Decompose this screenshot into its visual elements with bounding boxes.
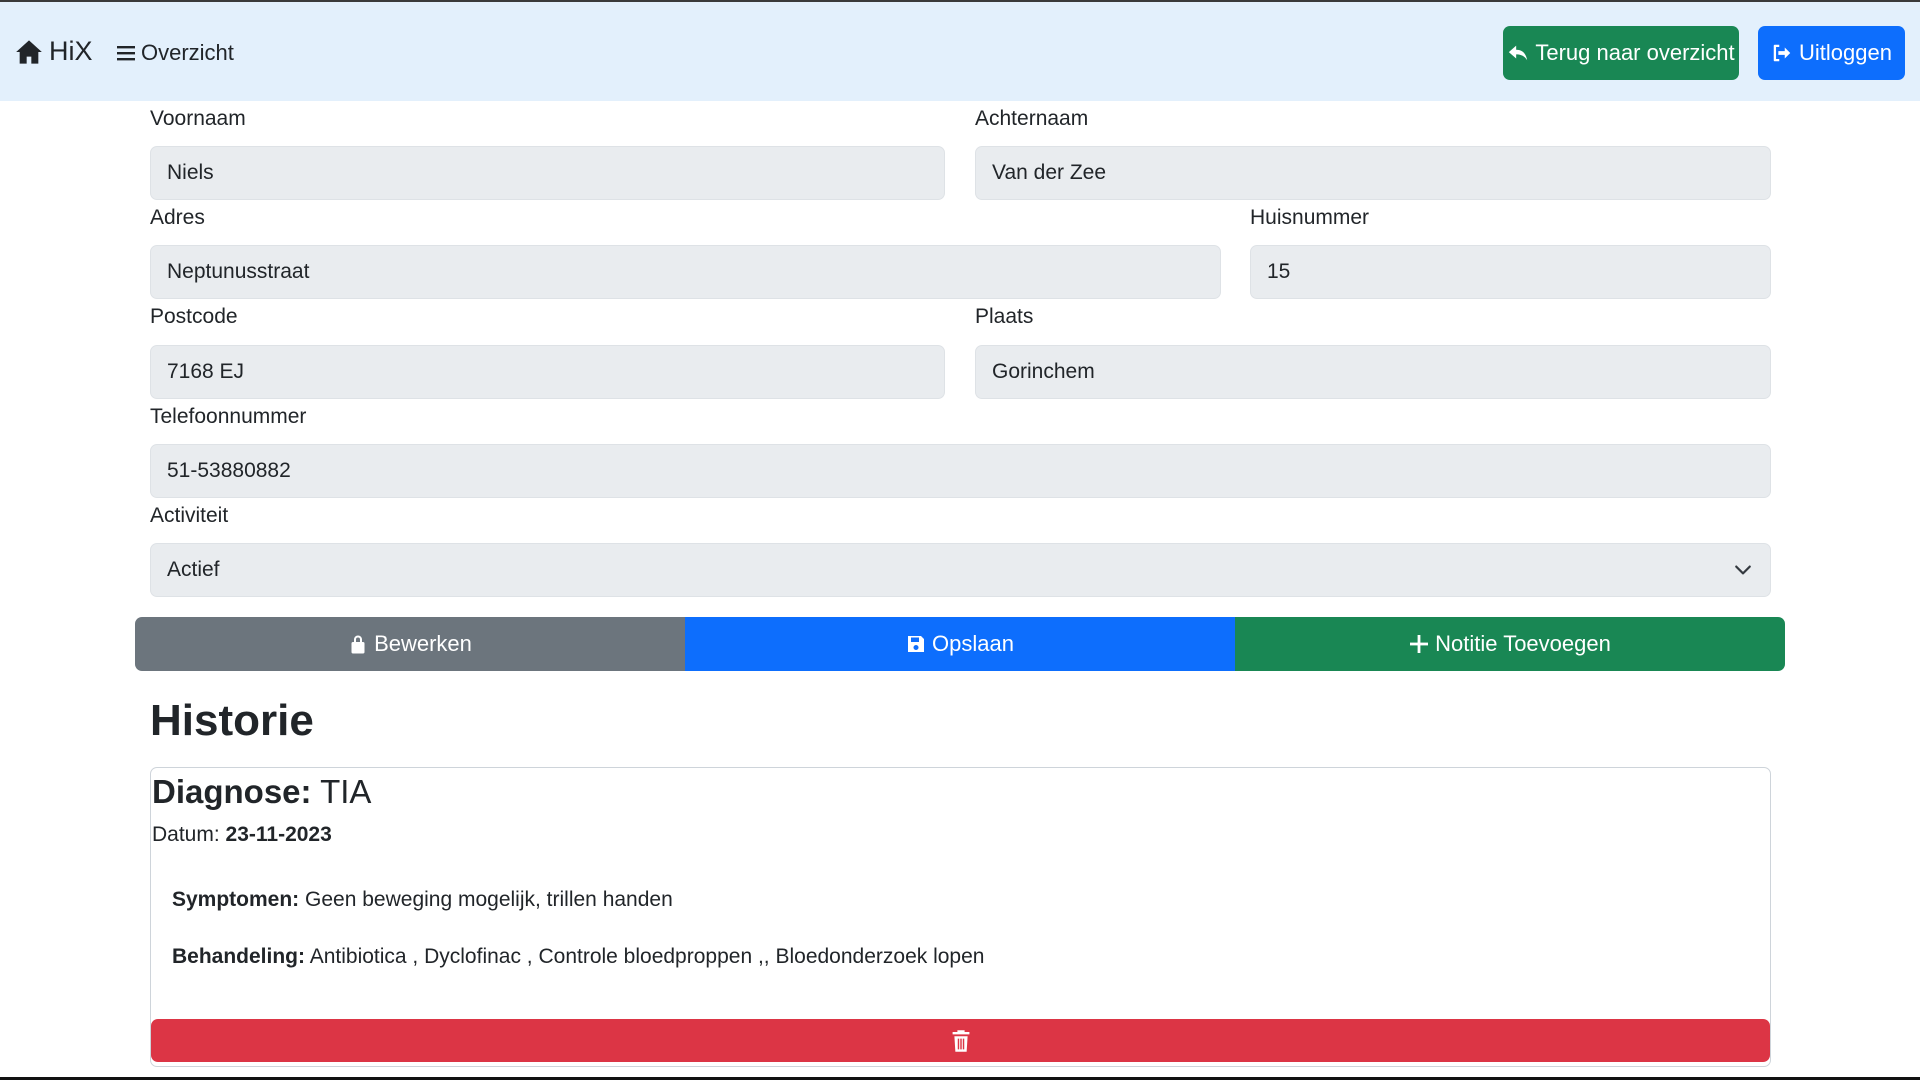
delete-entry-button[interactable] [151, 1019, 1770, 1062]
lock-icon [351, 635, 365, 654]
nav-overview-label: Overzicht [141, 40, 234, 65]
plus-icon [1410, 635, 1429, 653]
treatment-value: Antibiotica , Dyclofinac , Controle bloe… [309, 945, 985, 968]
back-button-label: Terug naar overzicht [1535, 40, 1735, 65]
treatment-label: Behandeling: [172, 945, 306, 968]
navbar: HiX Overzicht Terug naar overzicht Uitlo… [0, 2, 1920, 101]
adres-field[interactable]: Neptunusstraat [150, 245, 1221, 299]
logout-button[interactable]: Uitloggen [1758, 26, 1905, 80]
diagnosis-value: TIA [320, 773, 372, 810]
back-to-overview-button[interactable]: Terug naar overzicht [1503, 26, 1739, 80]
brand-name: HiX [49, 36, 93, 66]
achternaam-label: Achternaam [975, 107, 1089, 130]
voornaam-field[interactable]: Niels [150, 146, 945, 200]
chevron-down-icon [1735, 565, 1751, 575]
diagnosis-label: Diagnose: [152, 773, 312, 810]
activiteit-selected-value: Actief [167, 558, 220, 581]
plaats-label: Plaats [975, 305, 1034, 328]
nav-overview-link[interactable]: Overzicht [117, 40, 234, 66]
add-note-button-label: Notitie Toevoegen [1435, 631, 1611, 656]
logout-icon [1773, 44, 1791, 62]
history-card: Diagnose: TIA Datum: 23-11-2023 Symptome… [150, 767, 1771, 1067]
symptoms-value: Geen beweging mogelijk, trillen handen [305, 888, 673, 911]
voornaam-label: Voornaam [150, 107, 246, 130]
trash-icon [952, 1029, 969, 1052]
adres-label: Adres [150, 206, 205, 229]
activiteit-select[interactable]: Actief [150, 543, 1771, 597]
achternaam-field[interactable]: Van der Zee [975, 146, 1771, 200]
telefoonnummer-label: Telefoonnummer [150, 405, 307, 428]
add-note-button[interactable]: Notitie Toevoegen [1235, 617, 1785, 671]
diagnosis-heading: Diagnose: TIA [152, 773, 371, 811]
logout-button-label: Uitloggen [1799, 40, 1892, 65]
brand-link[interactable]: HiX [15, 36, 93, 67]
floppy-icon [908, 636, 925, 652]
history-title: Historie [150, 696, 314, 745]
edit-button-label: Bewerken [374, 631, 472, 656]
huisnummer-label: Huisnummer [1250, 206, 1370, 229]
activiteit-label: Activiteit [150, 504, 229, 527]
date-label: Datum: [152, 823, 220, 846]
symptoms-line: Symptomen: Geen beweging mogelijk, trill… [172, 888, 673, 912]
date-value: 23-11-2023 [225, 823, 332, 846]
plaats-field[interactable]: Gorinchem [975, 345, 1771, 399]
postcode-field[interactable]: 7168 EJ [150, 345, 945, 399]
save-button-label: Opslaan [932, 631, 1014, 656]
home-icon [16, 39, 42, 64]
save-button[interactable]: Opslaan [685, 617, 1235, 671]
telefoonnummer-field[interactable]: 51-53880882 [150, 444, 1771, 498]
huisnummer-field[interactable]: 15 [1250, 245, 1771, 299]
symptoms-label: Symptomen: [172, 888, 300, 911]
date-line: Datum: 23-11-2023 [152, 823, 332, 847]
reply-icon [1509, 45, 1528, 61]
postcode-label: Postcode [150, 305, 238, 328]
hamburger-icon [117, 46, 135, 61]
treatment-line: Behandeling: Antibiotica , Dyclofinac , … [172, 945, 984, 969]
edit-button[interactable]: Bewerken [135, 617, 685, 671]
